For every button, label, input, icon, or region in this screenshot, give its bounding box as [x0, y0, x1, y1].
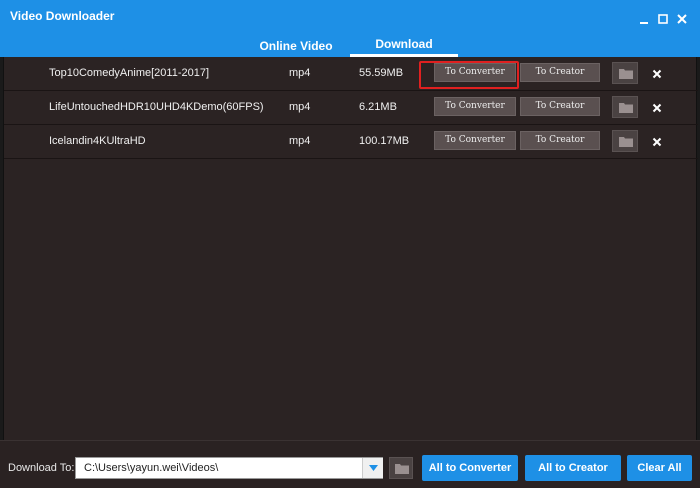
delete-icon[interactable]	[652, 134, 662, 147]
tab-label: Download	[375, 37, 433, 51]
file-format: mp4	[289, 101, 311, 113]
all-to-converter-button[interactable]: All to Converter	[422, 455, 518, 481]
open-folder-button[interactable]	[612, 130, 638, 152]
chevron-down-icon	[369, 465, 378, 471]
file-name: Icelandin4KUltraHD	[49, 135, 146, 147]
bottom-bar: Download To: C:\Users\yayun.wei\Videos\ …	[0, 440, 700, 488]
file-size: 6.21MB	[359, 101, 397, 113]
tab-online-video[interactable]: Online Video	[248, 39, 344, 59]
file-format: mp4	[289, 135, 311, 147]
file-name: LifeUntouchedHDR10UHD4KDemo(60FPS)	[49, 101, 264, 113]
file-size: 55.59MB	[359, 67, 404, 79]
maximize-icon[interactable]	[656, 12, 670, 26]
browse-folder-button[interactable]	[389, 457, 413, 479]
file-name: Top10ComedyAnime[2011-2017]	[49, 67, 210, 79]
clear-all-button[interactable]: Clear All	[627, 455, 692, 481]
to-converter-button[interactable]: To Converter	[434, 131, 516, 150]
download-list: Top10ComedyAnime[2011-2017] mp4 55.59MB …	[3, 57, 698, 440]
close-icon[interactable]	[675, 12, 689, 26]
file-size: 100.17MB	[359, 135, 410, 147]
download-path-field[interactable]: C:\Users\yayun.wei\Videos\	[75, 457, 383, 479]
folder-icon	[619, 69, 633, 79]
download-to-label: Download To:	[8, 462, 75, 474]
app-title: Video Downloader	[10, 9, 115, 23]
file-format: mp4	[289, 67, 311, 79]
to-creator-button[interactable]: To Creator	[520, 97, 600, 116]
open-folder-button[interactable]	[612, 96, 638, 118]
tab-download[interactable]: Download	[350, 37, 458, 57]
download-row: LifeUntouchedHDR10UHD4KDemo(60FPS) mp4 6…	[4, 91, 698, 125]
tab-label: Online Video	[259, 39, 333, 53]
to-creator-button[interactable]: To Creator	[520, 63, 600, 82]
delete-icon[interactable]	[652, 100, 662, 113]
minimize-icon[interactable]	[637, 12, 651, 26]
download-row: Top10ComedyAnime[2011-2017] mp4 55.59MB …	[4, 57, 698, 91]
folder-icon	[395, 464, 409, 474]
delete-icon[interactable]	[652, 66, 662, 79]
download-path-value: C:\Users\yayun.wei\Videos\	[84, 462, 219, 474]
to-converter-button[interactable]: To Converter	[434, 97, 516, 116]
open-folder-button[interactable]	[612, 62, 638, 84]
path-dropdown-button[interactable]	[362, 458, 383, 478]
to-creator-button[interactable]: To Creator	[520, 131, 600, 150]
title-bar: Video Downloader Online Video Download	[0, 0, 700, 57]
all-to-creator-button[interactable]: All to Creator	[525, 455, 621, 481]
download-row: Icelandin4KUltraHD mp4 100.17MB To Conve…	[4, 125, 698, 159]
folder-icon	[619, 103, 633, 113]
highlight-box	[419, 61, 519, 89]
folder-icon	[619, 137, 633, 147]
